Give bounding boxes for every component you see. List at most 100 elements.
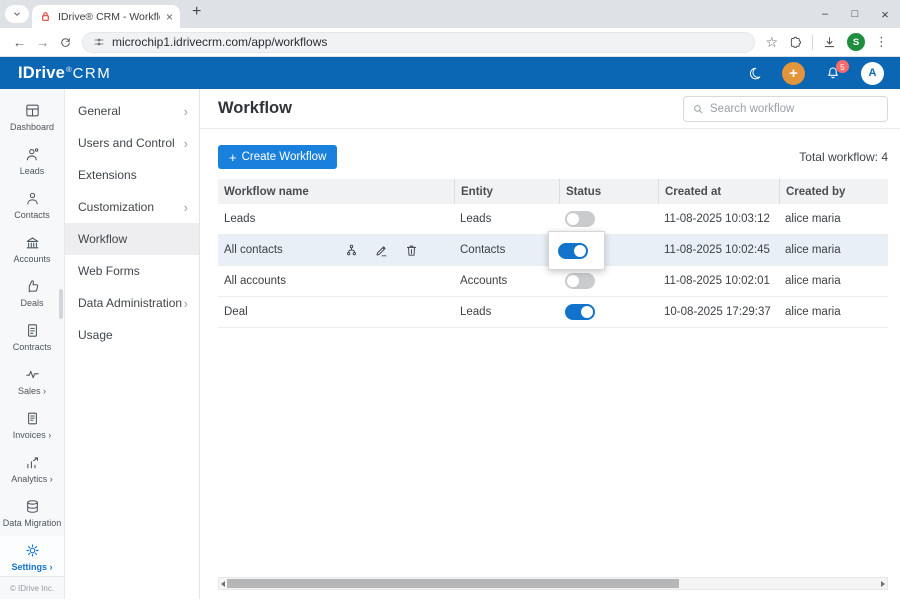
notifications-bell-icon[interactable]: 5 [825,65,841,81]
extensions-puzzle-icon[interactable] [788,35,803,50]
status-toggle[interactable] [558,243,588,259]
maximize-button[interactable]: □ [840,0,870,28]
leads-icon [24,146,41,163]
sidebar-item-settings[interactable]: Settings › [0,536,64,577]
quick-add-button[interactable]: + [782,62,805,85]
idrive-crm-logo[interactable]: IDrive ® CRM [18,64,111,83]
sidebar-item-sales[interactable]: Sales › [0,360,64,401]
header-actions: + 5 A [747,62,884,85]
cell-status [559,297,658,327]
search-input[interactable] [710,103,879,115]
created-by: alice maria [785,275,841,287]
table-row[interactable]: Deal Leads 10-08-2025 17:29:37 alice mar… [218,297,888,328]
status-toggle[interactable] [565,211,595,227]
sitemap-icon[interactable] [344,243,359,258]
submenu-item-extensions[interactable]: Extensions [65,159,199,191]
back-icon[interactable]: ← [8,35,31,50]
sidebar-item-contacts[interactable]: Contacts [0,184,64,225]
submenu-item-label: Workflow [78,232,127,246]
forward-icon[interactable]: → [31,35,54,50]
table-row[interactable]: All accounts Accounts 11-08-2025 10:02:0… [218,266,888,297]
sidebar-item-analytics[interactable]: Analytics › [0,448,64,489]
accounts-icon [24,234,41,251]
delete-icon[interactable] [404,243,419,258]
browser-menu-icon[interactable]: ⋮ [875,34,888,50]
sidebar-item-deals[interactable]: Deals [0,272,64,313]
workflow-search[interactable] [683,96,888,122]
cell-created-by: alice maria [779,204,888,234]
cell-status [559,204,658,234]
dark-mode-moon-icon[interactable] [747,66,762,81]
sidebar-item-dashboard[interactable]: Dashboard [0,96,64,137]
sidebar-item-accounts[interactable]: Accounts [0,228,64,269]
status-toggle[interactable] [565,273,595,289]
edit-icon[interactable] [374,243,389,258]
cell-created-at: 11-08-2025 10:02:01 [658,266,779,296]
tab-search-button[interactable] [5,5,29,23]
cell-status [559,235,658,265]
toggle-knob [567,275,579,287]
sidebar-divider [0,576,64,577]
total-workflow-count: Total workflow: 4 [799,150,888,164]
workflow-table: Workflow nameEntityStatusCreated atCreat… [218,179,888,328]
browser-profile-avatar[interactable]: S [847,33,865,51]
created-at: 10-08-2025 17:29:37 [664,306,771,318]
browser-tab[interactable]: IDrive® CRM - Workflow × [32,5,180,28]
scrollbar-thumb[interactable] [227,579,679,588]
submenu-item-web-forms[interactable]: Web Forms [65,255,199,287]
submenu-item-label: Web Forms [78,264,140,278]
scroll-right-arrow[interactable] [881,581,885,587]
new-tab-button[interactable]: + [192,3,201,21]
cell-created-by: alice maria [779,297,888,327]
minimize-button[interactable]: – [810,0,840,28]
address-bar[interactable]: microchip1.idrivecrm.com/app/workflows [82,32,755,53]
reload-icon[interactable] [54,35,77,50]
sidebar-item-contracts[interactable]: Contracts [0,316,64,357]
actions-row: + Create Workflow Total workflow: 4 [200,129,900,179]
browser-toolbar: ← → microchip1.idrivecrm.com/app/workflo… [0,28,900,57]
sidebar-item-invoices[interactable]: Invoices › [0,404,64,445]
cell-created-at: 11-08-2025 10:03:12 [658,204,779,234]
column-header-workflow-name: Workflow name [218,179,454,204]
crm-header: IDrive ® CRM + 5 A [0,57,900,89]
sidebar-item-leads[interactable]: Leads [0,140,64,181]
data-migration-icon [24,498,41,515]
window-controls: – □ × [810,0,900,28]
page-header: Workflow [200,89,900,129]
submenu-item-label: Users and Control [78,136,175,150]
logo-text: IDrive [18,64,65,83]
sidebar-item-data-migration[interactable]: Data Migration [0,492,64,533]
submenu-item-label: General [78,104,121,118]
submenu-item-data-administration[interactable]: Data Administration › [65,287,199,319]
plus-icon: + [789,65,798,82]
analytics-icon [24,454,41,471]
downloads-icon[interactable] [822,35,837,50]
table-row[interactable]: All contacts Contacts 11-08-2025 10:02:4… [218,235,888,266]
chevron-right-icon: › [184,200,188,215]
create-workflow-button[interactable]: + Create Workflow [218,145,337,169]
scroll-left-arrow[interactable] [221,581,225,587]
horizontal-scrollbar[interactable] [218,577,888,590]
page-title: Workflow [218,99,292,118]
tab-close-icon[interactable]: × [166,10,173,24]
submenu-item-workflow[interactable]: Workflow [65,223,199,255]
url-text: microchip1.idrivecrm.com/app/workflows [112,35,327,49]
app-body: Dashboard Leads Contacts Accounts Deals … [0,89,900,599]
submenu-item-general[interactable]: General › [65,95,199,127]
submenu-item-usage[interactable]: Usage [65,319,199,351]
column-header-created-at: Created at [658,179,779,204]
close-button[interactable]: × [870,0,900,28]
logo-crm-text: CRM [73,65,112,82]
entity-name: Contacts [460,244,505,256]
user-avatar[interactable]: A [861,62,884,85]
submenu-item-customization[interactable]: Customization › [65,191,199,223]
sidebar-scrollbar[interactable] [59,289,63,319]
submenu-item-users-and-control[interactable]: Users and Control › [65,127,199,159]
cell-created-by: alice maria [779,266,888,296]
bookmark-star-icon[interactable]: ☆ [765,34,778,51]
cell-created-at: 11-08-2025 10:02:45 [658,235,779,265]
sidebar-item-label: Accounts [13,254,50,264]
site-settings-icon[interactable] [93,36,105,48]
total-label: Total workflow: [799,150,878,164]
status-toggle[interactable] [565,304,595,320]
